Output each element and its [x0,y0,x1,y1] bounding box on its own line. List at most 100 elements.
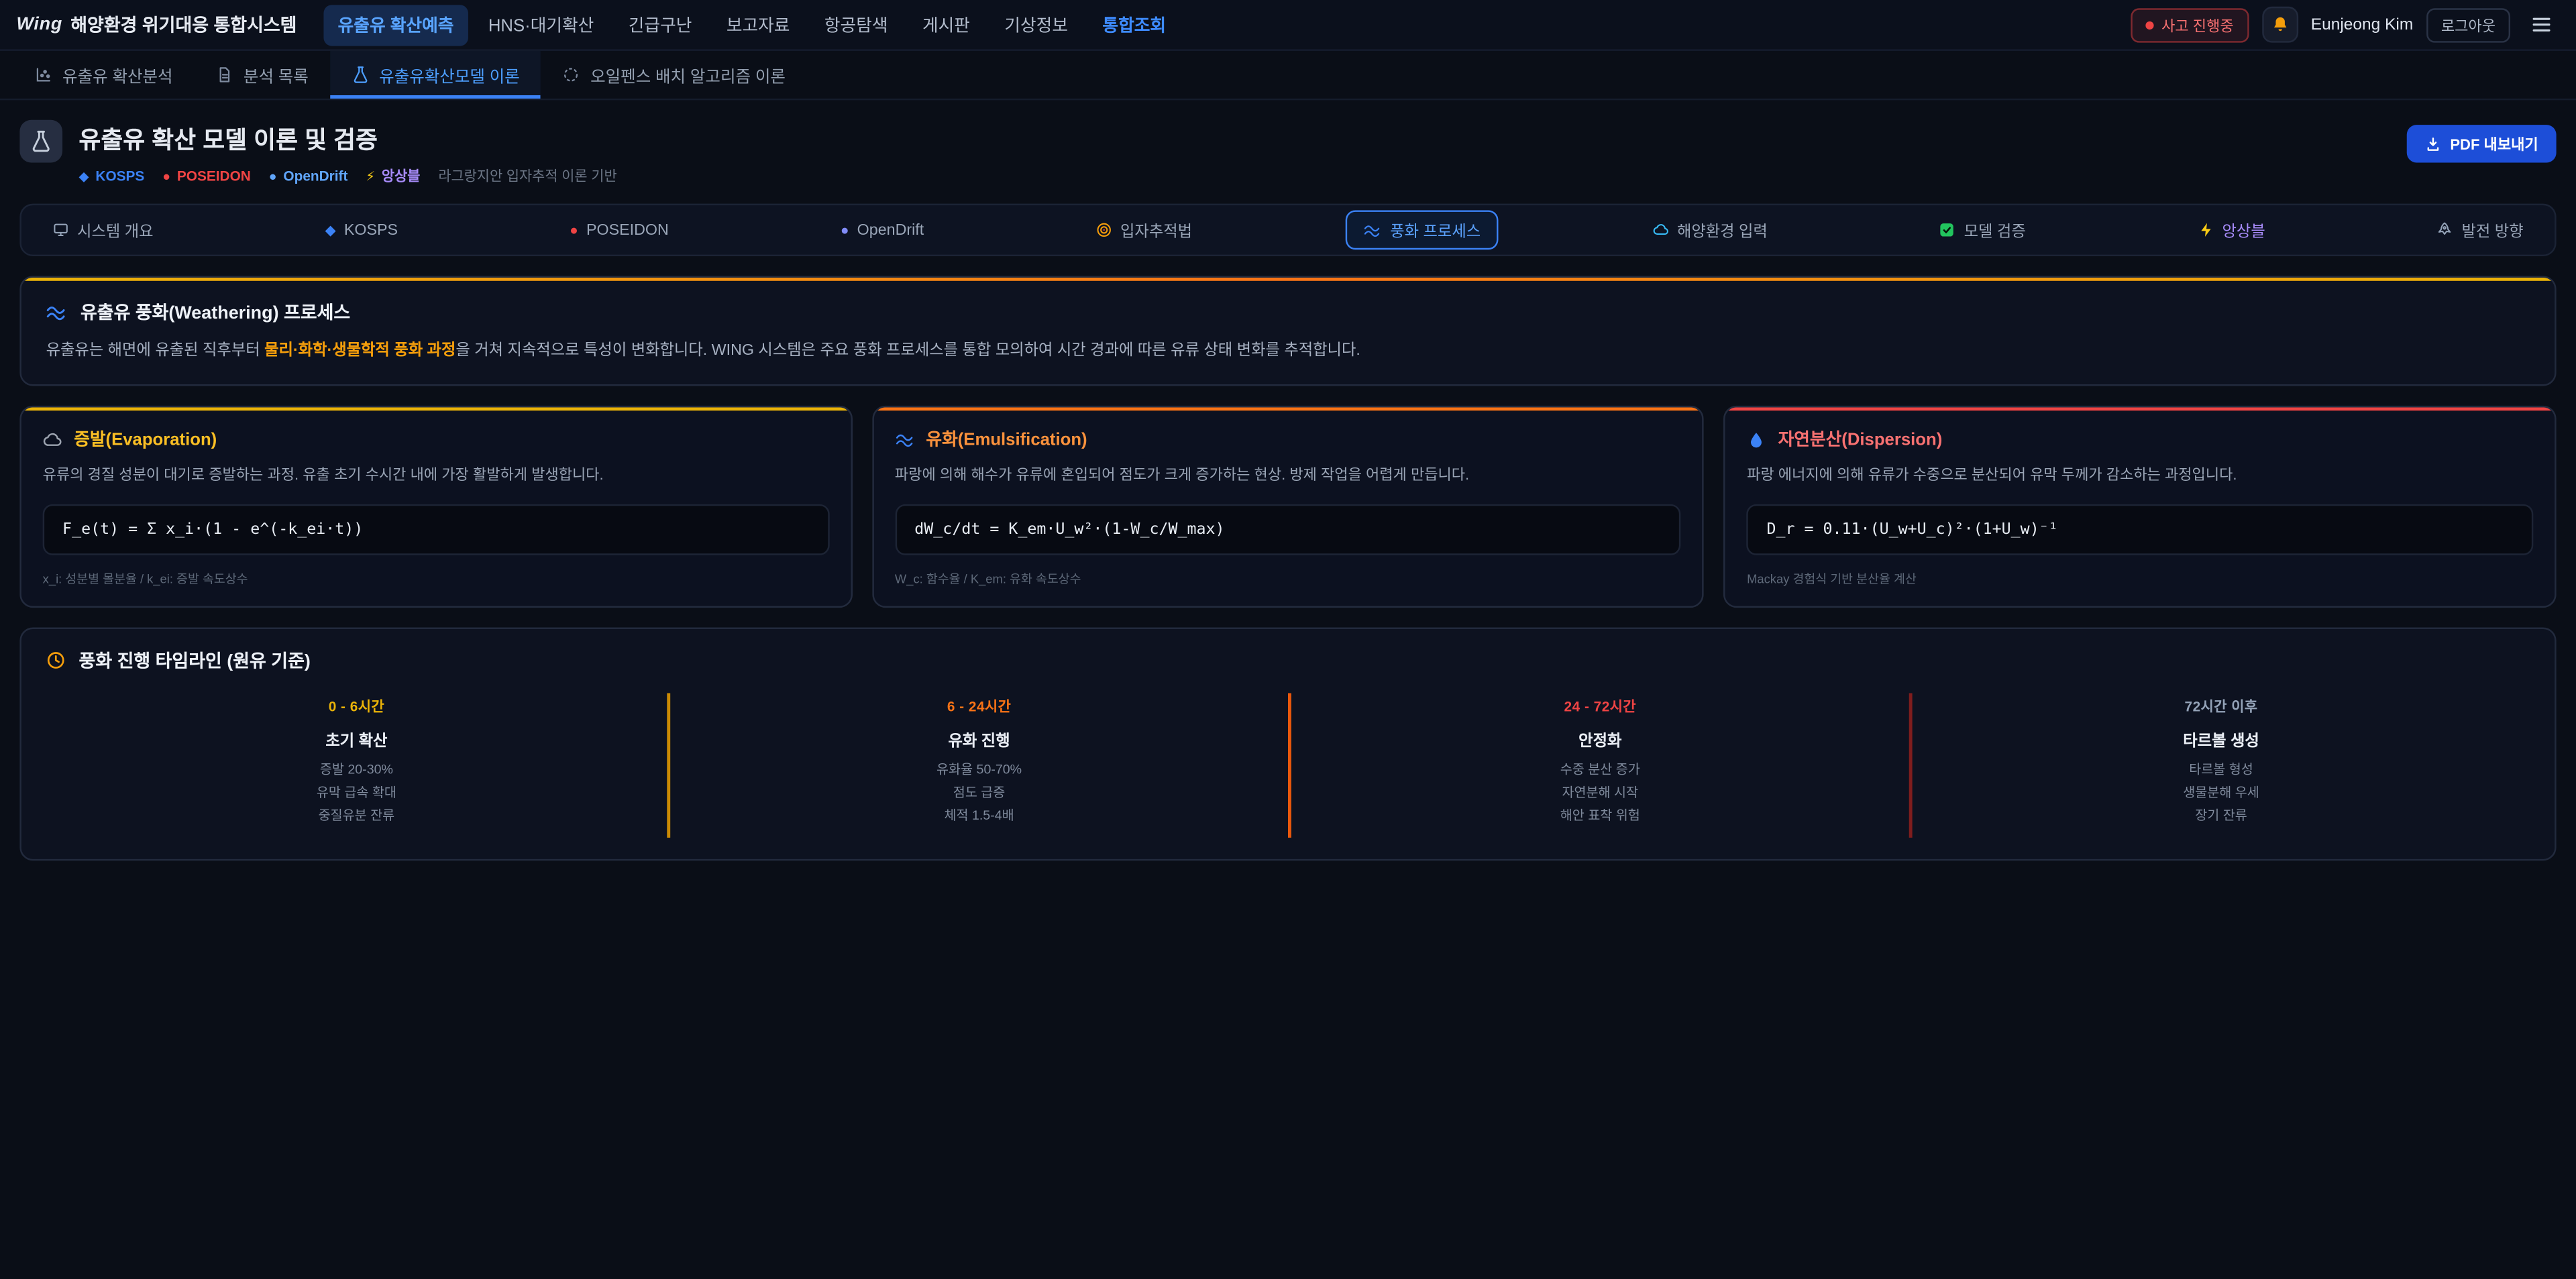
stab-system-overview[interactable]: 시스템 개요 [34,210,171,249]
stab-kosps[interactable]: ◆ KOSPS [307,213,416,247]
nav-item-board[interactable]: 게시판 [908,4,985,45]
page-title: 유출유 확산 모델 이론 및 검증 [79,121,617,156]
siren-icon [2145,21,2153,29]
subtab-oil-boom-theory[interactable]: 오일펜스 배치 알고리즘 이론 [541,51,807,99]
section-tabs: 시스템 개요 ◆ KOSPS ● POSEIDON ● OpenDrift 입자… [19,204,2556,256]
phase-detail: 유막 급속 확대 [62,781,651,804]
nav-item-hns-air-dispersion[interactable]: HNS·대기확산 [474,4,609,45]
phase-detail: 장기 잔류 [1929,804,2514,827]
app-title: 해양환경 위기대응 통합시스템 [70,11,297,38]
nav-item-weather-info[interactable]: 기상정보 [989,4,1083,45]
subtab-label: 오일펜스 배치 알고리즘 이론 [590,62,786,87]
pdf-export-button[interactable]: PDF 내보내기 [2408,125,2557,162]
wave-icon [895,430,914,449]
cloud-icon [43,430,62,449]
phase-detail: 증발 20-30% [62,759,651,781]
weathering-desc-after: 을 거쳐 지속적으로 특성이 변화합니다. WING 시스템은 주요 풍화 프로… [455,341,1360,359]
hamburger-icon [2530,13,2553,36]
subtab-spill-analysis[interactable]: 유출유 확산분석 [13,51,195,99]
card-title-text: 증발(Evaporation) [74,427,217,452]
card-caption: x_i: 성분별 몰분율 / k_ei: 증발 속도상수 [43,569,829,588]
subtab-model-theory[interactable]: 유출유확산모델 이론 [330,51,541,99]
weathering-desc-before: 유출유는 해면에 유출된 직후부터 [46,341,265,359]
clock-icon [46,650,66,669]
topbar-right: 사고 진행중 Eunjeong Kim 로그아웃 [2131,7,2560,43]
notifications-button[interactable] [2261,7,2298,43]
phase-detail: 유화율 50-70% [687,759,1272,781]
stab-opendrift[interactable]: ● OpenDrift [822,213,942,247]
stab-weathering-process[interactable]: 풍화 프로세스 [1346,210,1499,249]
nav-item-aerial-search[interactable]: 항공탐색 [810,4,903,45]
weathering-panel: 유출유 풍화(Weathering) 프로세스 유출유는 해면에 유출된 직후부… [19,276,2556,386]
card-description: 파랑 에너지에 의해 유류가 수중으로 분산되어 유막 두께가 감소하는 과정입… [1747,465,2533,488]
stab-ocean-env-input[interactable]: 해양환경 입력 [1634,210,1786,249]
phase-stage: 안정화 [1307,727,1892,750]
viewport: Wing 해양환경 위기대응 통합시스템 유출유 확산예측 HNS·대기확산 긴… [0,0,2576,1279]
page-icon-box [19,120,62,163]
badge-opendrift: ● OpenDrift [269,168,348,184]
nav-item-oil-spill-prediction[interactable]: 유출유 확산예측 [323,4,469,45]
page-subtitle: 라그랑지안 입자추적 이론 기반 [438,166,616,185]
phase-time: 72시간 이후 [1929,696,2514,716]
monitor-icon [52,222,68,238]
subtab-label: 분석 목록 [244,62,309,87]
download-icon [2426,135,2442,152]
scatter-chart-icon [34,66,52,84]
stab-label: 해양환경 입력 [1677,219,1768,241]
badge-label: POSEIDON [177,168,251,184]
weathering-panel-title: 유출유 풍화(Weathering) 프로세스 [46,299,2530,325]
process-cards: 증발(Evaporation) 유류의 경질 성분이 대기로 증발하는 과정. … [19,406,2556,608]
nav-item-reports[interactable]: 보고자료 [712,4,805,45]
incident-status-label: 사고 진행중 [2161,14,2234,36]
subtab-analysis-list[interactable]: 분석 목록 [194,51,329,99]
badge-ensemble: ⚡ 앙상블 [366,166,420,185]
card-caption: Mackay 경험식 기반 분산율 계산 [1747,569,2533,588]
check-badge-icon [1939,222,1955,238]
stab-label: 앙상블 [2222,219,2265,241]
badge-poseidon: ● POSEIDON [162,168,251,184]
phase-stage: 타르볼 생성 [1929,727,2514,750]
nav-item-integrated-search[interactable]: 통합조회 [1087,4,1181,45]
subtab-label: 유출유 확산분석 [62,62,173,87]
hamburger-menu-button[interactable] [2524,7,2560,43]
subtab-label: 유출유확산모델 이론 [379,62,520,87]
phase-time: 6 - 24시간 [687,696,1272,716]
phase-details: 수중 분산 증가 자연분해 시작 해안 표착 위험 [1307,759,1892,828]
stab-label: 발전 방향 [2462,219,2524,241]
circle-icon: ● [162,168,170,183]
nav-item-emergency-rescue[interactable]: 긴급구난 [614,4,707,45]
card-description: 파랑에 의해 해수가 유류에 혼입되어 점도가 크게 증가하는 현상. 방제 작… [895,465,1681,488]
boom-ring-icon [562,66,580,84]
phase-details: 유화율 50-70% 점도 급증 체적 1.5-4배 [687,759,1272,828]
stab-label: KOSPS [344,221,398,239]
stab-label: POSEIDON [586,221,669,239]
stab-particle-tracking[interactable]: 입자추적법 [1077,210,1210,249]
circle-icon: ● [570,222,578,238]
phase-detail: 수중 분산 증가 [1307,759,1892,781]
logout-button[interactable]: 로그아웃 [2426,7,2510,42]
timeline-panel-title: 풍화 진행 타임라인 (원유 기준) [46,647,2530,673]
card-dispersion-title: 자연분산(Dispersion) [1747,427,2533,452]
phase-details: 타르볼 형성 생물분해 우세 장기 잔류 [1929,759,2514,828]
stab-poseidon[interactable]: ● POSEIDON [551,213,687,247]
app-root: Wing 해양환경 위기대응 통합시스템 유출유 확산예측 HNS·대기확산 긴… [0,0,2576,1279]
phase-detail: 해안 표착 위험 [1307,804,1892,827]
droplet-icon [1747,430,1766,449]
emulsification-formula: dW_c/dt = K_em·U_w²·(1-W_c/W_max) [895,504,1681,555]
page-titles: 유출유 확산 모델 이론 및 검증 ◆ KOSPS ● POSEIDON ● O… [79,120,617,186]
stab-ensemble[interactable]: 앙상블 [2180,210,2284,249]
card-evaporation-title: 증발(Evaporation) [43,427,829,452]
flask-icon [352,66,370,84]
incident-status-badge[interactable]: 사고 진행중 [2131,7,2249,42]
stab-label: 풍화 프로세스 [1390,219,1481,241]
card-emulsification-title: 유화(Emulsification) [895,427,1681,452]
evaporation-formula: F_e(t) = Σ x_i·(1 - e^(-k_ei·t)) [43,504,829,555]
model-badges: ◆ KOSPS ● POSEIDON ● OpenDrift ⚡ 앙상블 라그랑… [79,166,617,185]
circle-icon: ● [269,168,277,183]
badge-label: OpenDrift [283,168,347,184]
diamond-icon: ◆ [325,221,336,239]
phase-stage: 초기 확산 [62,727,651,750]
stab-roadmap[interactable]: 발전 방향 [2419,210,2542,249]
stab-model-validation[interactable]: 모델 검증 [1921,210,2044,249]
phase-detail: 자연분해 시작 [1307,781,1892,804]
